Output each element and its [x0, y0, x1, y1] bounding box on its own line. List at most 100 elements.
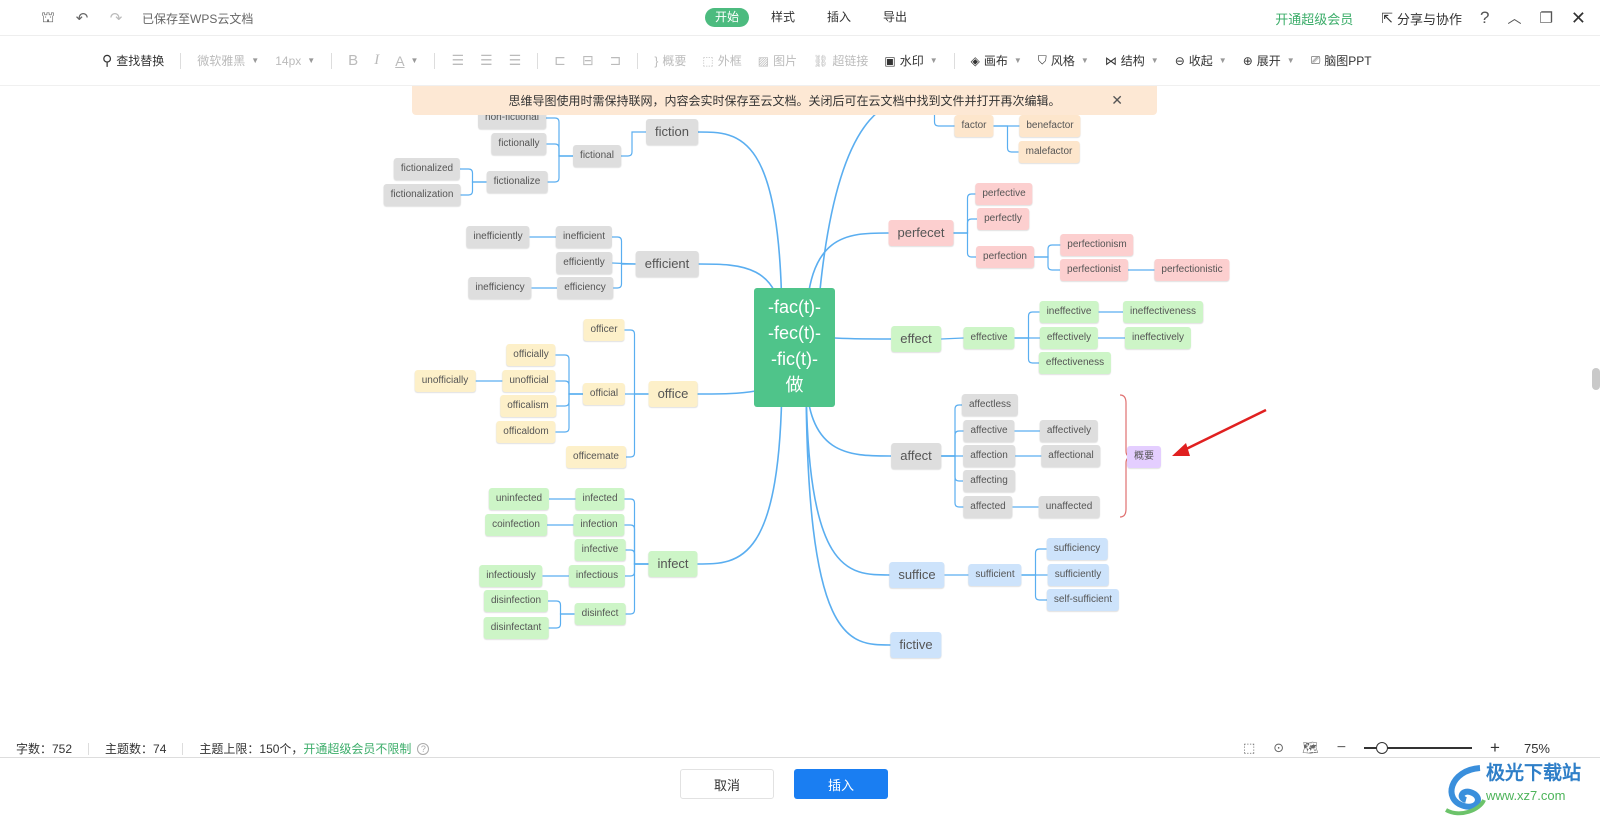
- mindmap-node[interactable]: perfectly: [977, 208, 1029, 230]
- mindmap-node[interactable]: ineffective: [1039, 301, 1099, 323]
- border-button[interactable]: ⬚ 外框: [702, 52, 741, 69]
- help-icon[interactable]: ?: [1480, 8, 1489, 28]
- format-painter-icon[interactable]: ⛫: [40, 9, 56, 26]
- insert-parent-icon[interactable]: ⊐: [610, 52, 622, 69]
- mindmap-node[interactable]: disinfection: [483, 590, 549, 612]
- mindmap-node[interactable]: ineffectiveness: [1123, 301, 1203, 323]
- mindmap-node[interactable]: officaldom: [496, 421, 556, 443]
- mindmap-node[interactable]: fictive: [890, 632, 942, 658]
- mindmap-node[interactable]: infective: [574, 539, 626, 561]
- summary-button[interactable]: } 概要: [654, 52, 686, 69]
- align-right-icon[interactable]: ☰: [509, 52, 522, 69]
- mindmap-node[interactable]: efficient: [635, 251, 699, 277]
- mindmap-node[interactable]: affect: [891, 443, 941, 469]
- mindmap-node[interactable]: effectively: [1039, 327, 1099, 349]
- mindmap-node[interactable]: inefficiently: [466, 226, 530, 248]
- mindmap-node[interactable]: affective: [963, 420, 1015, 442]
- mindmap-node[interactable]: officalism: [500, 395, 556, 417]
- expand-button[interactable]: ⊕ 展开 ▼: [1243, 52, 1295, 69]
- mindmap-node[interactable]: malefactor: [1018, 141, 1080, 163]
- mindmap-node[interactable]: sufficiency: [1046, 538, 1108, 560]
- mindmap-node[interactable]: disinfectant: [483, 617, 549, 639]
- undo-icon[interactable]: ↶: [74, 10, 90, 27]
- close-icon[interactable]: ✕: [1111, 92, 1123, 109]
- mindmap-node[interactable]: benefactor: [1019, 115, 1081, 137]
- mindmap-node[interactable]: fictionalize: [486, 171, 548, 193]
- insert-button[interactable]: 插入: [794, 769, 888, 799]
- collapse-icon[interactable]: ︿: [1507, 8, 1521, 28]
- font-color-button[interactable]: A ▼: [395, 53, 418, 69]
- mindmap-node[interactable]: efficiency: [557, 277, 613, 299]
- mindmap-node[interactable]: fictionalization: [383, 184, 461, 206]
- map-icon[interactable]: 🗺: [1302, 740, 1319, 756]
- mindmap-node[interactable]: infected: [575, 488, 625, 510]
- mindmap-node[interactable]: fictionally: [491, 133, 547, 155]
- mindmap-node[interactable]: effect: [891, 326, 941, 352]
- mindmap-node[interactable]: fictional: [573, 145, 621, 167]
- mindmap-node[interactable]: disinfect: [574, 603, 626, 625]
- canvas-button[interactable]: ◈ 画布 ▼: [971, 52, 1022, 69]
- mindmap-node[interactable]: perfectionistic: [1154, 259, 1230, 281]
- mindmap-node[interactable]: ineffectively: [1124, 327, 1192, 349]
- structure-button[interactable]: ⋈ 结构 ▼: [1105, 52, 1159, 69]
- mindmap-node[interactable]: unaffected: [1038, 496, 1100, 518]
- mindmap-node[interactable]: sufficient: [968, 564, 1022, 586]
- vip-link[interactable]: 开通超级会员: [1275, 9, 1353, 28]
- mindmap-node[interactable]: fiction: [646, 119, 698, 145]
- mindmap-canvas[interactable]: fiction fictional non-fictional fictionally…: [0, 86, 1600, 736]
- mindmap-node[interactable]: sufficiently: [1047, 564, 1109, 586]
- mindmap-node[interactable]: infect: [648, 551, 698, 577]
- mindmap-node[interactable]: uninfected: [488, 488, 550, 510]
- mindmap-node[interactable]: unofficial: [502, 370, 556, 392]
- mindmap-node[interactable]: affectional: [1041, 445, 1101, 467]
- mindmap-node[interactable]: factor: [954, 115, 994, 137]
- mindmap-node[interactable]: affectless: [961, 394, 1019, 416]
- zoom-slider[interactable]: [1364, 741, 1473, 755]
- mindmap-node[interactable]: perfectionism: [1060, 234, 1134, 256]
- mindmap-node[interactable]: perfection: [976, 246, 1034, 268]
- bold-button[interactable]: B: [348, 52, 358, 69]
- tab-insert[interactable]: 插入: [817, 8, 861, 27]
- mindmap-node[interactable]: affectively: [1039, 420, 1099, 442]
- zoom-slider-thumb[interactable]: [1376, 742, 1389, 754]
- mindmap-node[interactable]: perfecet: [888, 220, 954, 246]
- restore-window-icon[interactable]: ❐: [1539, 9, 1552, 27]
- mindmap-node[interactable]: infection: [573, 514, 625, 536]
- zoom-out-button[interactable]: −: [1337, 739, 1346, 757]
- vertical-scrollbar[interactable]: [1592, 368, 1600, 390]
- help-icon[interactable]: ?: [417, 742, 430, 755]
- mindmap-node[interactable]: efficiently: [556, 252, 612, 274]
- close-icon[interactable]: ✕: [1571, 8, 1586, 29]
- mindmap-node[interactable]: perfectionist: [1060, 259, 1128, 281]
- zoom-in-button[interactable]: +: [1490, 738, 1500, 758]
- redo-icon[interactable]: ↷: [108, 10, 124, 27]
- mindmap-node[interactable]: inefficient: [555, 226, 613, 248]
- hyperlink-button[interactable]: ⛓ 超链接: [813, 52, 868, 69]
- mindmap-node[interactable]: officemate: [566, 446, 626, 468]
- mindmap-node[interactable]: officially: [506, 344, 556, 366]
- tab-start[interactable]: 开始: [705, 8, 750, 27]
- mindmap-node[interactable]: effectiveness: [1038, 352, 1112, 374]
- style-button[interactable]: ⛉ 风格 ▼: [1038, 52, 1089, 69]
- root-node[interactable]: -fac(t)- -fec(t)- -fic(t)- 做: [754, 288, 835, 407]
- align-center-icon[interactable]: ☰: [480, 52, 493, 69]
- mindmap-node[interactable]: perfective: [975, 183, 1033, 205]
- find-replace-button[interactable]: ⚲ 查找替换: [102, 52, 164, 69]
- mindmap-ppt-button[interactable]: ⎚ 脑图PPT: [1311, 52, 1372, 69]
- mindmap-node[interactable]: officer: [583, 319, 625, 341]
- mindmap-node[interactable]: fictionalized: [393, 158, 461, 180]
- insert-sibling-icon[interactable]: ⊟: [582, 52, 594, 69]
- mindmap-node[interactable]: inefficiency: [468, 277, 532, 299]
- select-icon[interactable]: ⬚: [1243, 740, 1255, 756]
- mindmap-node[interactable]: official: [582, 383, 626, 405]
- mindmap-node[interactable]: effective: [963, 327, 1015, 349]
- font-size-select[interactable]: 14px ▼: [275, 54, 315, 68]
- summary-node[interactable]: 概要: [1127, 446, 1161, 468]
- align-left-icon[interactable]: ☰: [451, 52, 464, 69]
- mindmap-node[interactable]: infectious: [568, 565, 626, 587]
- mindmap-node[interactable]: unofficially: [414, 370, 476, 392]
- font-select[interactable]: 微软雅黑 ▼: [197, 52, 259, 69]
- mindmap-node[interactable]: infectiously: [479, 565, 543, 587]
- mindmap-node[interactable]: affection: [963, 445, 1015, 467]
- image-button[interactable]: ▨ 图片: [758, 52, 797, 69]
